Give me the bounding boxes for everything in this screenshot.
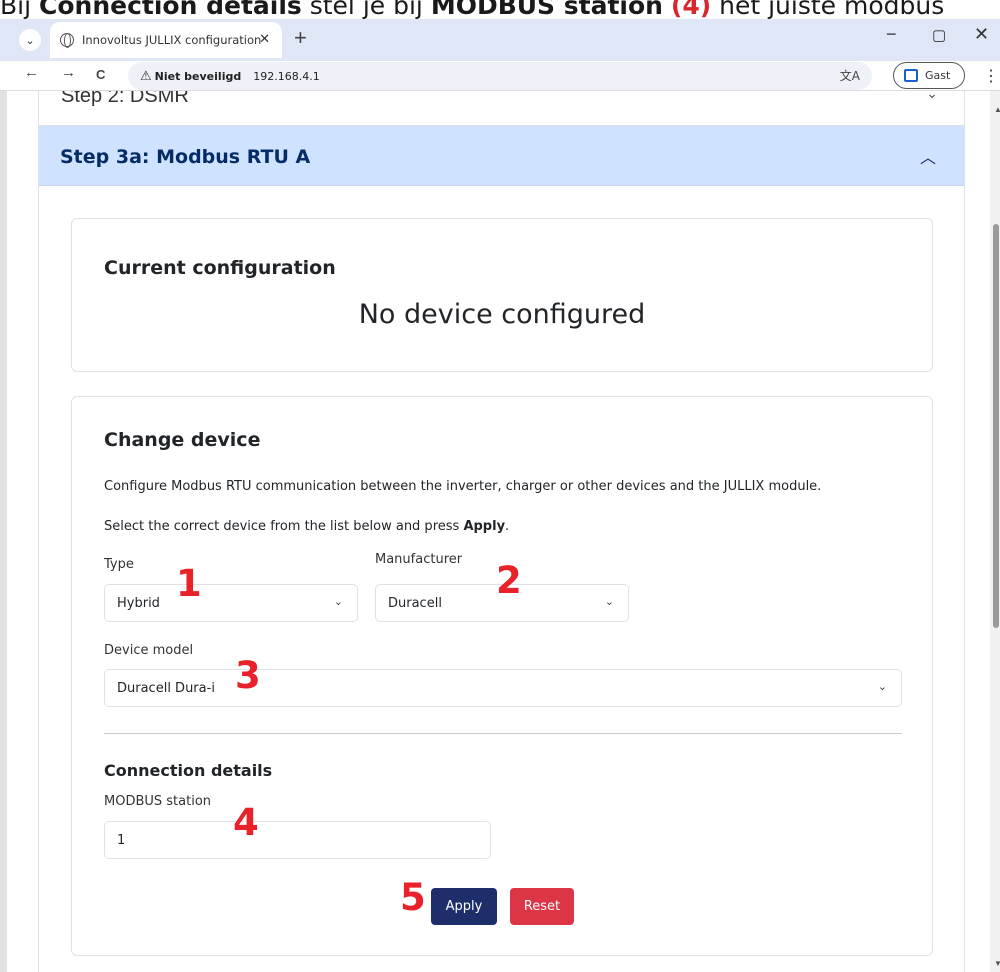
annotation-2: 2 — [496, 559, 522, 602]
accordion-step2-header[interactable]: Step 2: DSMR ⌄ — [39, 91, 964, 126]
omnibox[interactable]: ⚠ Niet beveiligd 192.168.4.1 文A — [128, 62, 872, 90]
step3a-title: Step 3a: Modbus RTU A — [60, 146, 311, 168]
annotation-5: 5 — [400, 876, 426, 919]
chevron-down-icon: ⌄ — [926, 91, 938, 101]
manufacturer-label: Manufacturer — [375, 552, 463, 567]
reset-button[interactable]: Reset — [510, 888, 574, 925]
globe-icon — [60, 33, 74, 48]
profile-button[interactable]: Gast — [893, 62, 965, 89]
chevron-up-icon: ︿ — [919, 150, 936, 167]
instruction-suffix: . — [505, 519, 510, 534]
chevron-down-icon: ⌄ — [877, 680, 887, 693]
device-model-label: Device model — [104, 643, 194, 658]
address-bar-row: ← → C ⚠ Niet beveiligd 192.168.4.1 文A — [0, 61, 1000, 91]
browser-menu-icon[interactable]: ⋮ — [983, 66, 999, 86]
apply-button[interactable]: Apply — [431, 888, 497, 925]
reload-button[interactable]: C — [96, 67, 105, 82]
type-label: Type — [104, 557, 134, 572]
type-select[interactable]: Hybrid ⌄ — [104, 584, 358, 622]
connection-details-heading: Connection details — [104, 761, 273, 780]
tab-search-button[interactable]: ⌄ — [19, 29, 41, 51]
modbus-station-label: MODBUS station — [104, 794, 212, 809]
maximize-button[interactable]: ▢ — [932, 26, 946, 44]
current-config-heading: Current configuration — [104, 257, 336, 279]
type-value: Hybrid — [117, 595, 160, 611]
caption-connection-details: Connection details — [39, 0, 302, 19]
manufacturer-value: Duracell — [388, 595, 442, 611]
tab-close-icon[interactable]: ✕ — [259, 32, 270, 47]
left-window-edge — [0, 91, 7, 972]
modbus-station-value: 1 — [117, 832, 126, 848]
modbus-station-input[interactable]: 1 — [104, 821, 491, 859]
new-tab-button[interactable]: + — [294, 25, 307, 51]
step2-title: Step 2: DSMR — [61, 91, 189, 107]
browser-tab[interactable]: Innovoltus JULLIX configuration ✕ — [50, 22, 282, 58]
caption-number-ref: (4) — [670, 0, 712, 19]
change-device-instruction: Select the correct device from the list … — [104, 519, 509, 534]
scrollbar-thumb[interactable] — [993, 224, 999, 628]
instruction-bold: Apply — [463, 519, 506, 534]
back-button[interactable]: ← — [24, 64, 39, 81]
section-divider — [104, 733, 902, 734]
instruction-prefix: Select the correct device from the list … — [104, 519, 464, 534]
annotation-1: 1 — [176, 562, 202, 605]
caption-prefix: Bij — [0, 0, 39, 19]
device-model-select[interactable]: Duracell Dura-i ⌄ — [104, 669, 902, 707]
caption-suffix: het juiste modbus — [711, 0, 945, 19]
accordion-step3a-header[interactable]: Step 3a: Modbus RTU A ︿ — [39, 126, 964, 186]
change-device-card: Change device Configure Modbus RTU commu… — [71, 396, 933, 956]
annotation-4: 4 — [233, 801, 259, 844]
device-model-value: Duracell Dura-i — [117, 680, 215, 696]
scroll-up-icon[interactable]: ▲ — [994, 105, 1000, 114]
change-device-description: Configure Modbus RTU communication betwe… — [104, 479, 822, 494]
translate-icon[interactable]: 文A — [840, 67, 860, 84]
chevron-down-icon: ⌄ — [604, 595, 614, 608]
current-configuration-card: Current configuration No device configur… — [71, 218, 933, 372]
tab-title: Innovoltus JULLIX configuration — [82, 33, 262, 47]
scroll-down-icon[interactable]: ▼ — [994, 959, 1000, 968]
close-window-button[interactable]: ✕ — [974, 24, 989, 45]
current-config-status: No device configured — [358, 299, 646, 330]
forward-button[interactable]: → — [61, 64, 76, 81]
profile-label: Gast — [925, 69, 951, 82]
browser-tab-bar: ⌄ Innovoltus JULLIX configuration ✕ + − … — [0, 19, 1000, 61]
caption-modbus-station: MODBUS station — [430, 0, 663, 19]
minimize-button[interactable]: − — [886, 24, 897, 45]
profile-icon — [904, 69, 918, 82]
change-device-heading: Change device — [104, 429, 261, 451]
warning-triangle-icon: ⚠ — [140, 68, 152, 84]
url-text: 192.168.4.1 — [253, 69, 320, 83]
caption-mid: stel je bij — [301, 0, 431, 19]
chevron-down-icon: ⌄ — [333, 595, 343, 608]
page-viewport: Step 2: DSMR ⌄ Step 3a: Modbus RTU A ︿ C… — [0, 91, 1000, 972]
annotation-3: 3 — [235, 654, 261, 697]
security-label[interactable]: Niet beveiligd — [155, 70, 242, 83]
page-caption: Bij Connection details stel je bij MODBU… — [0, 0, 1000, 19]
